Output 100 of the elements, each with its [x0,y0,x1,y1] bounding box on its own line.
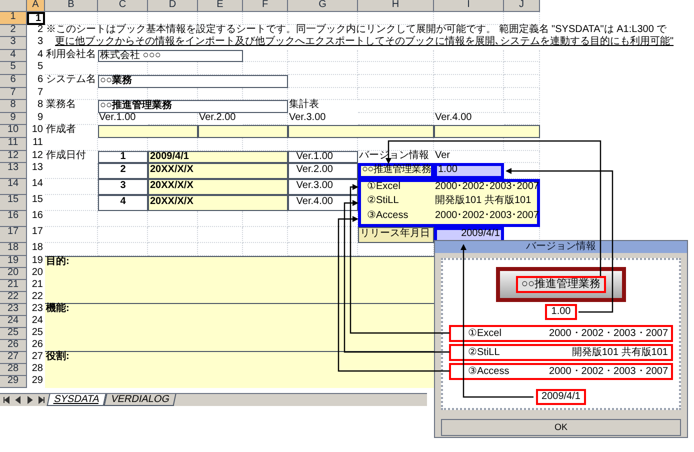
table-cell: ○○業務 [98,74,288,88]
table-cell: 1 [98,150,148,164]
release-date: 2009/4/1 [536,389,586,405]
row-header[interactable]: 6 [0,74,27,88]
row-header[interactable]: 13 [0,163,27,180]
table-cell-text: 10 [30,125,44,138]
column-header[interactable]: H [358,0,434,12]
row-header[interactable]: 16 [0,211,27,228]
table-cell-text: システム名 [45,74,97,87]
row-header[interactable]: 23 [0,304,27,316]
ok-button[interactable]: OK [441,419,681,436]
row-header[interactable]: 19 [0,256,27,268]
table-cell-text: 14 [30,179,44,192]
table-cell: 開発版101 共有版101 [434,195,540,212]
table-cell: ○○推進管理業務 [358,163,434,180]
table-cell-text: 27 [30,352,44,364]
row-header[interactable]: 5 [0,62,27,75]
version-text: 1.00 [545,304,577,320]
column-header[interactable]: G [288,0,358,12]
table-cell-text: 13 [30,163,44,176]
table-cell-text: Ver [434,150,452,163]
table-cell-text: 作成者 [45,125,77,138]
table-cell-text: 22 [30,292,44,304]
table-cell: 役割: [45,352,434,388]
table-cell-text: 19 [30,256,44,268]
table-cell: 2009/4/1 [148,150,288,164]
table-cell-text: Ver.2.00 [198,112,237,125]
row-header[interactable]: 10 [0,125,27,138]
table-cell-text: Ver.3.00 [288,112,327,125]
table-cell-text: 23 [30,304,44,316]
column-header[interactable]: A [27,0,45,12]
table-cell: リリース年月日 [358,227,434,244]
table-cell: 目的: [45,256,434,304]
table-cell-text: 28 [30,364,44,376]
column-header[interactable]: D [148,0,198,12]
row-header[interactable]: 22 [0,292,27,304]
row-header[interactable]: 8 [0,100,27,113]
row-header[interactable]: 17 [0,227,27,244]
table-cell-text: 24 [30,316,44,328]
row-header[interactable]: 24 [0,316,27,328]
row-header[interactable]: 26 [0,340,27,352]
row-header[interactable]: 9 [0,112,27,126]
table-cell-text: 8 [36,100,44,112]
table-cell: 2 [98,163,148,180]
table-cell: 1.00 [434,163,504,180]
column-header[interactable]: I [434,0,504,12]
row-header[interactable]: 1 [0,12,27,25]
table-cell-text: Ver.1.00 [98,112,137,125]
column-header[interactable]: F [243,0,288,12]
table-cell-text: Ver.4.00 [434,112,473,125]
row-header[interactable]: 14 [0,179,27,196]
table-cell-text: 16 [30,211,44,224]
column-header[interactable]: B [45,0,98,12]
row-header[interactable]: 11 [0,138,27,151]
table-cell: ③Access [358,211,434,228]
dialog-title: バージョン情報 [435,241,687,253]
row-header[interactable]: 2 [0,24,27,38]
column-header[interactable]: J [504,0,540,12]
table-cell-text: バージョン情報 [358,150,430,163]
row-header[interactable]: 7 [0,88,27,100]
table-cell-text: 21 [30,280,44,292]
row-header[interactable]: 29 [0,376,27,388]
table-cell: ②StiLL [358,195,434,212]
table-cell-text: 2 [36,24,44,37]
product-name: ②StiLL [468,346,500,360]
sheet-tab[interactable]: SYSDATA [46,394,106,406]
table-cell-text: 5 [36,62,44,74]
table-cell-text: ※このシートはブック基本情報を設定するシートです。同一ブック内にリンクして展開が可能です。 範囲定義名 "SYSDATA"は A1:L300 で [45,24,668,36]
row-header[interactable]: 25 [0,328,27,340]
row-header[interactable]: 3 [0,37,27,50]
table-cell-text: 9 [36,112,44,125]
product-versions: 2000・2002・2003・2007 [549,365,668,379]
table-cell-text: 4 [36,50,44,62]
table-cell: ○○推進管理業務 [98,100,288,113]
product-versions: 2000・2002・2003・2007 [549,327,668,341]
row-header[interactable]: 15 [0,195,27,212]
sheet-tab[interactable]: VERDIALOG [104,394,177,406]
table-cell: 1 [27,12,45,25]
table-cell: 20XX/X/X [148,195,288,212]
table-cell: 20XX/X/X [148,179,288,196]
row-header[interactable]: 28 [0,364,27,376]
column-header[interactable]: C [98,0,148,12]
table-cell: 機能: [45,304,434,352]
table-cell-text: 29 [30,376,44,388]
product-name: ③Access [468,365,510,379]
table-cell-text: 7 [36,88,44,100]
row-header[interactable]: 27 [0,352,27,364]
row-header[interactable]: 21 [0,280,27,292]
row-header[interactable]: 12 [0,150,27,164]
row-header[interactable]: 20 [0,268,27,280]
table-cell-text: 12 [30,150,44,163]
table-cell: 株式会社 ○○○ [98,50,243,62]
table-cell-text: 集計表 [288,100,320,112]
table-cell-text: 26 [30,340,44,352]
column-header[interactable]: E [198,0,243,12]
app-name: ○○推進管理業務 [516,276,606,293]
table-cell-text: 3 [36,37,44,50]
table-cell-text: 11 [32,138,44,150]
row-header[interactable]: 18 [0,243,27,256]
row-header[interactable]: 4 [0,50,27,62]
